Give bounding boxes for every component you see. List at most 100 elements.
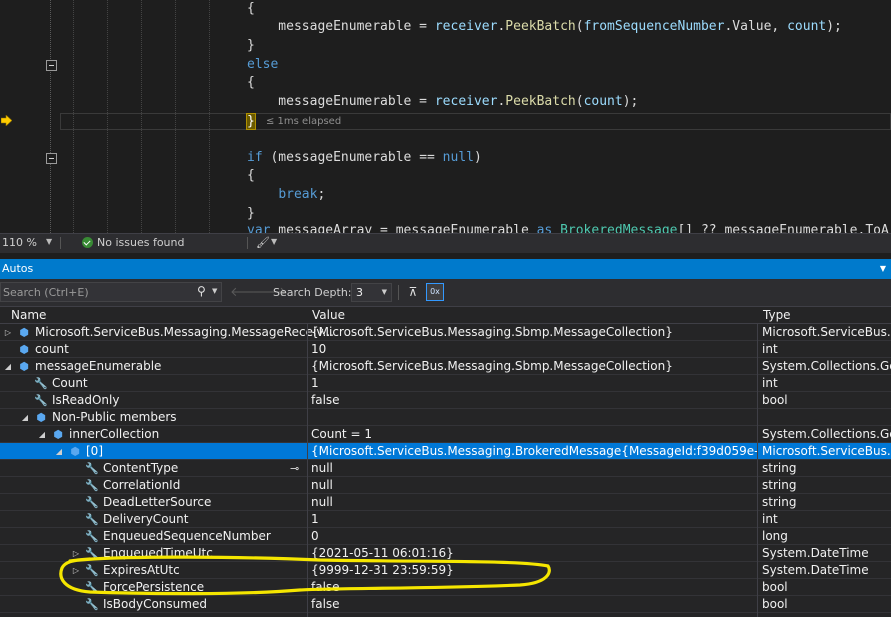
row-value[interactable]: false: [311, 393, 757, 407]
collapse-arrow-icon[interactable]: ◢: [20, 413, 30, 422]
row-value[interactable]: Count = 1: [311, 427, 757, 441]
row-value[interactable]: 1: [311, 376, 757, 390]
row-type: string: [762, 478, 797, 492]
row-value[interactable]: 0: [311, 529, 757, 543]
property-wrench-icon: 🔧: [85, 530, 99, 543]
divider: [247, 237, 248, 249]
code-token: (: [575, 19, 584, 34]
chevron-down-icon[interactable]: ▼: [46, 237, 52, 246]
hex-display-toggle[interactable]: 0x: [426, 283, 444, 301]
row-type: int: [762, 342, 778, 356]
autos-grid[interactable]: ▷ ⬢ Microsoft.ServiceBus.Messaging.Message…: [0, 324, 891, 617]
expand-arrow-icon[interactable]: ▷: [71, 549, 81, 558]
column-divider[interactable]: [307, 324, 308, 617]
code-line[interactable]: {: [247, 74, 255, 92]
collapse-arrow-icon[interactable]: ◢: [54, 447, 64, 456]
row-value[interactable]: {Microsoft.ServiceBus.Messaging.Sbmp.Mes…: [311, 359, 757, 373]
row-value[interactable]: {Microsoft.ServiceBus.Messaging.Sbmp.Mes…: [311, 325, 757, 339]
chevron-down-icon[interactable]: ▼: [880, 264, 886, 273]
code-line[interactable]: break;: [247, 186, 325, 204]
column-header-value[interactable]: Value: [312, 308, 345, 322]
zoom-level[interactable]: 110 %: [2, 236, 37, 249]
code-token: }: [247, 38, 255, 53]
row-type: System.Collections.Gene: [762, 359, 891, 373]
row-value[interactable]: 10: [311, 342, 757, 356]
code-line[interactable]: messageEnumerable = receiver.PeekBatch(c…: [247, 93, 638, 111]
row-value[interactable]: null: [311, 495, 757, 509]
row-name: Microsoft.ServiceBus.Messaging.MessageRe…: [35, 325, 334, 339]
divider: [398, 285, 399, 300]
search-box[interactable]: ⚲ ▼: [0, 282, 222, 302]
row-value[interactable]: null: [311, 461, 757, 475]
code-token: receiver: [434, 94, 498, 109]
row-value[interactable]: {9999-12-31 23:59:59}: [311, 563, 757, 577]
code-line[interactable]: {: [247, 0, 255, 18]
issues-status[interactable]: No issues found: [97, 236, 184, 249]
perf-tip-elapsed[interactable]: ≤ 1ms elapsed: [266, 115, 341, 129]
row-value[interactable]: false: [311, 597, 757, 611]
row-value[interactable]: null: [311, 478, 757, 492]
divider: [60, 237, 61, 249]
code-token: ;: [317, 187, 326, 202]
row-type: string: [762, 495, 797, 509]
code-line[interactable]: else: [247, 56, 278, 74]
pin-icon[interactable]: ⊸: [290, 462, 299, 475]
row-type: bool: [762, 597, 788, 611]
autos-title-bar[interactable]: Autos ▼: [0, 259, 891, 279]
search-depth-select[interactable]: 3 ▼: [351, 283, 392, 302]
row-name: ContentType: [103, 461, 179, 475]
expand-arrow-icon[interactable]: ▷: [71, 566, 81, 575]
code-token: null: [442, 150, 474, 165]
code-line[interactable]: }: [247, 205, 255, 223]
expand-arrow-icon[interactable]: ▷: [3, 328, 13, 337]
property-wrench-icon: 🔧: [85, 513, 99, 526]
row-value[interactable]: 1: [311, 512, 757, 526]
row-value[interactable]: false: [311, 580, 757, 594]
code-token: var: [247, 223, 271, 233]
code-editor[interactable]: { messageEnumerable = receiver.PeekBatch…: [0, 0, 891, 233]
chevron-down-icon[interactable]: ▼: [271, 237, 277, 246]
code-line[interactable]: {: [247, 167, 255, 185]
code-token: {: [247, 75, 255, 90]
code-line[interactable]: var messageArray = messageEnumerable as …: [247, 222, 891, 233]
code-token: (messageEnumerable ==: [262, 150, 443, 165]
search-input[interactable]: [3, 284, 183, 300]
search-icon[interactable]: ⚲: [197, 284, 206, 298]
column-header-type[interactable]: Type: [763, 308, 791, 322]
code-token: break: [278, 187, 318, 202]
row-name: DeadLetterSource: [103, 495, 212, 509]
column-header-name[interactable]: Name: [11, 308, 46, 322]
chevron-down-icon[interactable]: ▼: [212, 287, 217, 295]
code-line[interactable]: }: [247, 37, 255, 55]
pin-icon[interactable]: ⊼: [405, 284, 421, 300]
code-line[interactable]: if (messageEnumerable == null): [247, 149, 482, 167]
collapse-arrow-icon[interactable]: ◢: [3, 362, 13, 371]
code-cleanup-icon[interactable]: 🖌: [256, 236, 270, 249]
collapse-toggle-icon[interactable]: [46, 153, 57, 164]
code-token: .Value,: [724, 19, 788, 34]
property-wrench-icon: 🔧: [85, 564, 99, 577]
autos-title: Autos: [2, 262, 34, 275]
row-name: ForcePersistence: [103, 580, 205, 594]
row-type: bool: [762, 393, 788, 407]
code-token: else: [247, 57, 279, 72]
column-divider[interactable]: [757, 324, 758, 617]
object-cube-icon: ⬢: [36, 411, 46, 424]
private-field-icon: ⬢: [53, 428, 63, 441]
row-name: IsReadOnly: [52, 393, 120, 407]
outlining-margin: [44, 0, 60, 233]
row-name: innerCollection: [69, 427, 160, 441]
row-name: Non-Public members: [52, 410, 177, 424]
row-value[interactable]: {2021-05-11 06:01:16}: [311, 546, 757, 560]
property-wrench-icon: 🔧: [85, 462, 99, 475]
row-name: count: [35, 342, 69, 356]
collapse-toggle-icon[interactable]: [46, 60, 57, 71]
object-cube-icon: ⬢: [70, 445, 80, 458]
code-line[interactable]: }: [246, 113, 256, 131]
row-value[interactable]: {Microsoft.ServiceBus.Messaging.Brokered…: [311, 444, 757, 458]
row-type: string: [762, 461, 797, 475]
search-depth-label: Search Depth:: [273, 286, 352, 299]
collapse-arrow-icon[interactable]: ◢: [37, 430, 47, 439]
row-name: [0]: [86, 444, 103, 458]
code-line[interactable]: messageEnumerable = receiver.PeekBatch(f…: [247, 18, 842, 36]
